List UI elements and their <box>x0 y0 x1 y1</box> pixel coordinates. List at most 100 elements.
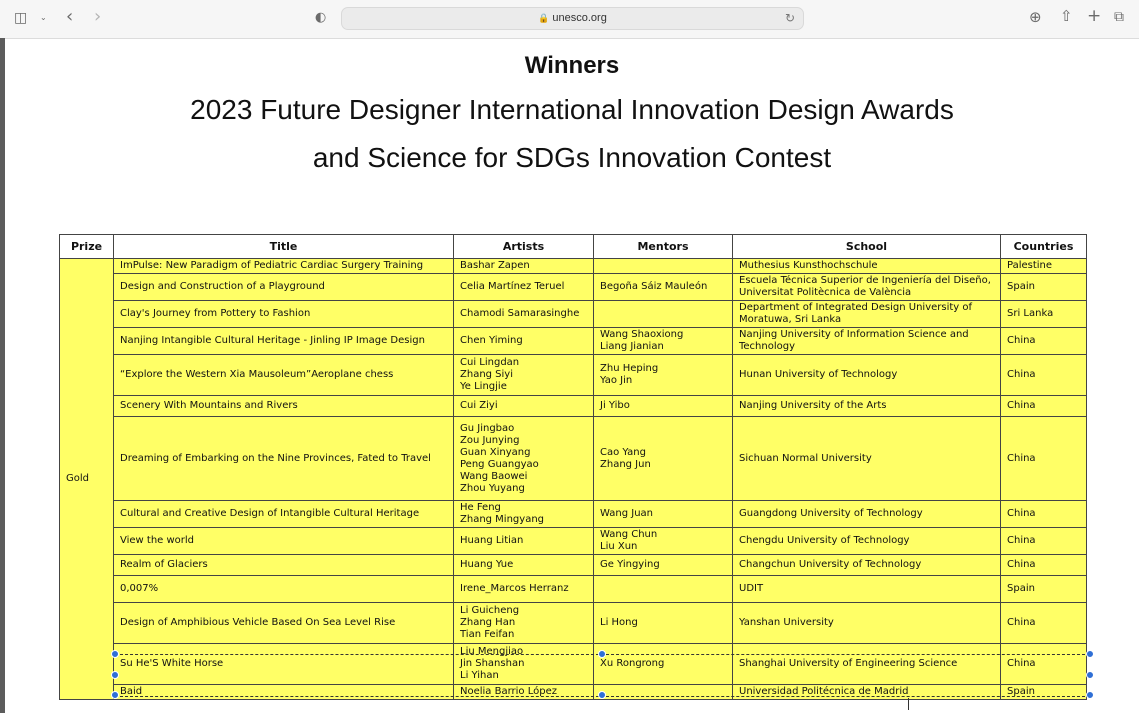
selection-handle[interactable] <box>598 691 606 699</box>
selection-handle[interactable] <box>111 691 119 699</box>
artists-cell-line: Cui Ziyi <box>460 400 498 411</box>
artists-cell: Chamodi Samarasinghe <box>453 300 594 328</box>
tabs-icon[interactable]: ⧉ <box>1114 10 1124 24</box>
table-header-row: Prize Title Artists Mentors School Countries <box>59 234 1087 259</box>
column-header-countries: Countries <box>1000 234 1087 259</box>
mentors-cell-line: Ge Yingying <box>600 559 660 570</box>
artists-cell-line: Ye Lingjie <box>460 381 507 392</box>
artists-cell: Bashar Zapen <box>453 258 594 274</box>
selection-handle[interactable] <box>598 650 606 658</box>
artists-cell-line: Guan Xinyang <box>460 446 531 458</box>
school-cell: Shanghai University of Engineering Scien… <box>732 643 1001 685</box>
artists-cell: Gu Jingbao Zou Junying Guan Xinyang Peng Gu… <box>453 416 594 501</box>
country-cell: China <box>1000 354 1087 396</box>
school-cell-line: Changchun University of Technology <box>739 559 922 570</box>
school-cell: Nanjing University of Information Scienc… <box>732 327 1001 355</box>
lock-icon: 🔒 <box>538 14 550 24</box>
school-cell: UDIT <box>732 575 1001 603</box>
mentors-cell-line: Ji Yibo <box>600 400 630 411</box>
mentors-cell-line: Xu Rongrong <box>600 658 665 669</box>
artists-cell: Irene_Marcos Herranz <box>453 575 594 603</box>
artists-cell-line: Cui Lingdan <box>460 357 520 368</box>
artists-cell-line: Huang Litian <box>460 535 524 546</box>
country-cell: China <box>1000 527 1087 555</box>
school-cell-line: Nanjing University of Information Scienc… <box>739 329 969 340</box>
table-row: Dreaming of Embarking on the Nine Provin… <box>60 416 1087 501</box>
school-cell: Guangdong University of Technology <box>732 500 1001 528</box>
plus-icon[interactable]: + <box>1087 8 1101 25</box>
title-cell: Cultural and Creative Design of Intangib… <box>113 500 454 528</box>
artists-cell-line: Li Guicheng <box>460 605 520 616</box>
title-cell: Design and Construction of a Playground <box>113 273 454 301</box>
country-cell: China <box>1000 554 1087 576</box>
selection-handle[interactable] <box>111 650 119 658</box>
table-row: Design of Amphibious Vehicle Based On Se… <box>60 602 1087 644</box>
title-cell: Baid <box>113 684 454 700</box>
column-header-title: Title <box>113 234 454 259</box>
mentors-cell: Xu Rongrong <box>593 643 733 685</box>
country-cell: Spain <box>1000 684 1087 700</box>
country-cell: China <box>1000 395 1087 417</box>
mentors-cell: Wang Juan <box>593 500 733 528</box>
school-cell-line: Escuela Técnica Superior de Ingeniería d… <box>739 275 991 286</box>
address-bar[interactable]: 🔒 unesco.org ↻ <box>341 7 804 30</box>
sidebar-icon[interactable]: ◫ <box>14 11 27 25</box>
artists-cell: Huang Yue <box>453 554 594 576</box>
country-cell: Sri Lanka <box>1000 300 1087 328</box>
table-row: Realm of Glaciers Huang Yue Ge Yingying Cha… <box>60 554 1087 576</box>
mentors-cell: Zhu Heping Yao Jin <box>593 354 733 396</box>
school-cell-line: Shanghai University of Engineering Scien… <box>739 658 958 669</box>
column-header-school: School <box>732 234 1001 259</box>
artists-cell: Cui Lingdan Zhang Siyi Ye Lingjie <box>453 354 594 396</box>
table-row: View the world Huang Litian Wang Chun Liu X… <box>60 527 1087 555</box>
share-icon[interactable]: ⇧ <box>1060 9 1073 24</box>
reload-icon[interactable]: ↻ <box>785 11 795 25</box>
artists-cell-line: Celia Martínez Teruel <box>460 281 565 292</box>
pdf-page: Winners 2023 Future Designer Internation… <box>5 39 1139 713</box>
school-cell: Department of Integrated Design Universi… <box>732 300 1001 328</box>
title-cell: Scenery With Mountains and Rivers <box>113 395 454 417</box>
title-cell: “Explore the Western Xia Mausoleum”Aerop… <box>113 354 454 396</box>
school-cell-line: Hunan University of Technology <box>739 369 898 380</box>
selection-handle[interactable] <box>1086 650 1094 658</box>
artists-cell-line: Chamodi Samarasinghe <box>460 308 580 319</box>
school-cell-line: Department of Integrated Design Universi… <box>739 302 973 313</box>
mentors-cell: Li Hong <box>593 602 733 644</box>
country-cell: China <box>1000 327 1087 355</box>
chevron-down-icon[interactable]: ⌄ <box>40 14 47 22</box>
title-cell: Realm of Glaciers <box>113 554 454 576</box>
mentors-cell <box>593 300 733 328</box>
school-cell-line: Muthesius Kunsthochschule <box>739 260 878 271</box>
artists-cell: Chen Yiming <box>453 327 594 355</box>
artists-cell-line: Jin Shanshan <box>460 658 525 669</box>
artists-cell-line: He Feng <box>460 502 501 513</box>
page-title-line-1: 2023 Future Designer International Innov… <box>190 94 954 125</box>
forward-icon[interactable]: › <box>94 8 101 26</box>
artists-cell-line: Liu Mengjiao <box>460 646 524 657</box>
mentors-cell-line: Wang Chun <box>600 529 658 540</box>
artists-cell-line: Gu Jingbao <box>460 422 515 434</box>
title-cell: ImPulse: New Paradigm of Pediatric Cardi… <box>113 258 454 274</box>
school-cell-line: Nanjing University of the Arts <box>739 400 887 411</box>
back-icon[interactable]: ‹ <box>66 8 73 26</box>
artists-cell: Cui Ziyi <box>453 395 594 417</box>
url-text: unesco.org <box>552 12 607 24</box>
artists-cell-line: Zhang Mingyang <box>460 514 545 525</box>
artists-cell-line: Irene_Marcos Herranz <box>460 583 569 594</box>
column-header-mentors: Mentors <box>593 234 733 259</box>
country-cell: Palestine <box>1000 258 1087 274</box>
artists-cell: Noelia Barrio López <box>453 684 594 700</box>
page-heading: Winners <box>524 52 620 79</box>
selection-handle[interactable] <box>1086 671 1094 679</box>
artists-cell-line: Peng Guangyao <box>460 458 539 470</box>
text-cursor <box>908 698 909 710</box>
shield-icon[interactable]: ◐ <box>315 11 326 24</box>
selection-handle[interactable] <box>111 671 119 679</box>
artists-cell: Huang Litian <box>453 527 594 555</box>
winners-table: Prize Title Artists Mentors School Countries … <box>59 234 1087 700</box>
title-cell: Su He'S White Horse <box>113 643 454 685</box>
school-cell-line: UDIT <box>739 583 764 594</box>
download-icon[interactable]: ⊕ <box>1029 10 1042 25</box>
selection-handle[interactable] <box>1086 691 1094 699</box>
mentors-cell-line: Cao Yang <box>600 446 646 458</box>
